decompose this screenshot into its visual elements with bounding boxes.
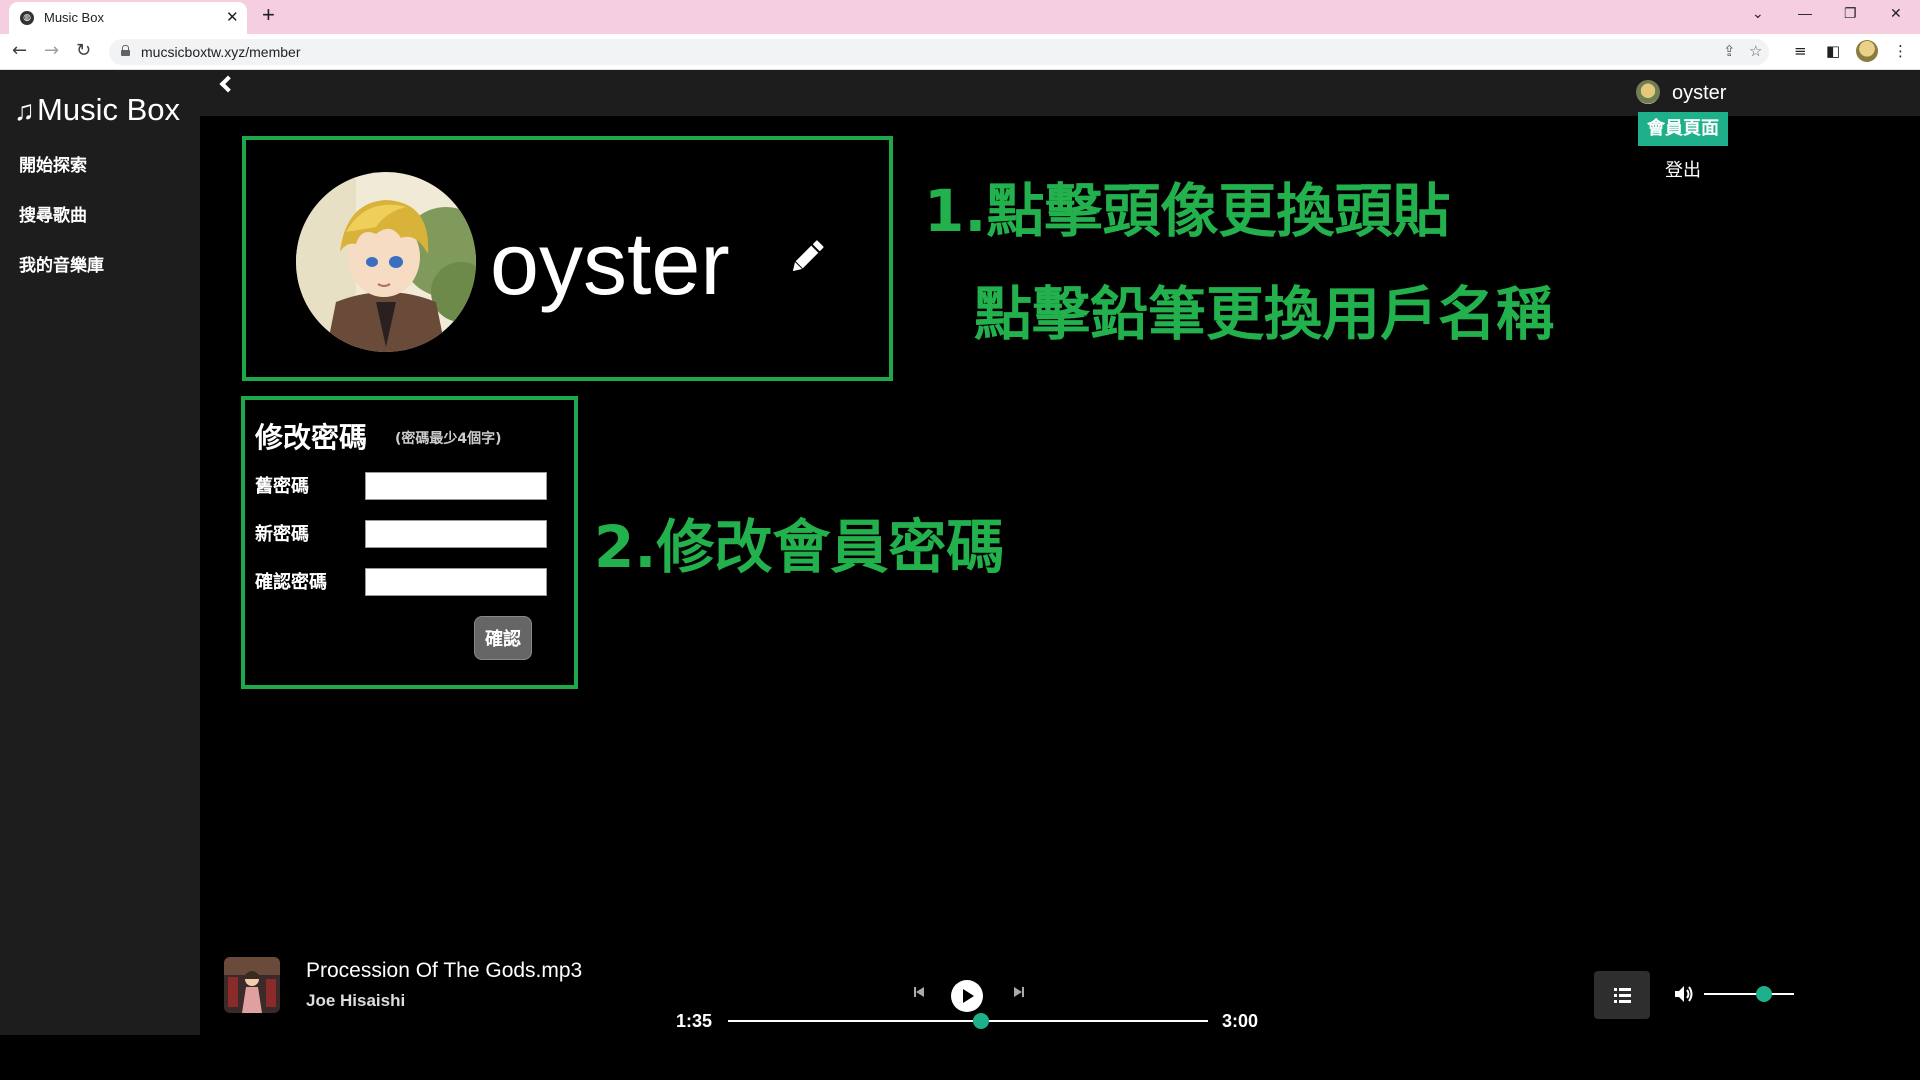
browser-tab[interactable]: ◍ Music Box ✕ — [9, 2, 247, 34]
bookmark-star-icon[interactable]: ☆ — [1749, 42, 1762, 60]
pencil-icon[interactable] — [786, 236, 828, 282]
avatar-illustration — [296, 172, 476, 352]
browser-toolbar: ← → ↻ mucsicboxtw.xyz/member ⇪ ☆ ≡ ◧ ⋮ — [0, 34, 1920, 70]
app-logo[interactable]: ♫Music Box — [14, 92, 180, 128]
next-track-icon[interactable] — [1012, 985, 1026, 999]
player-bar: Procession Of The Gods.mp3 Joe Hisaishi … — [200, 935, 1920, 1035]
confirm-password-label: 確認密碼 — [255, 572, 327, 593]
new-tab-icon[interactable]: + — [262, 2, 275, 28]
top-bar — [200, 70, 1920, 116]
progress-thumb[interactable] — [973, 1013, 990, 1029]
sidebar: ♫Music Box 開始探索 搜尋歌曲 我的音樂庫 — [0, 70, 200, 1035]
total-time: 3:00 — [1222, 1011, 1259, 1031]
password-form-title: 修改密碼 — [255, 421, 368, 454]
lock-icon[interactable] — [121, 45, 130, 56]
new-password-input[interactable] — [365, 520, 547, 548]
sidebar-item-search[interactable]: 搜尋歌曲 — [19, 201, 87, 226]
window-close-icon[interactable]: ✕ — [1890, 5, 1902, 22]
member-page-link[interactable]: 會員頁面 — [1638, 112, 1728, 146]
song-artist: Joe Hisaishi — [306, 991, 406, 1010]
password-confirm-button[interactable]: 確認 — [474, 616, 532, 660]
side-panel-icon[interactable]: ◧ — [1826, 42, 1840, 60]
logo-text: Music Box — [37, 92, 180, 127]
close-tab-icon[interactable]: ✕ — [226, 8, 239, 26]
media-control-icon[interactable]: ≡ — [1794, 42, 1807, 60]
restore-icon[interactable]: ❐ — [1844, 5, 1857, 22]
instruction-avatar-change: 1.點擊頭像更換頭貼 — [924, 177, 1451, 245]
profile-username: oyster — [490, 214, 730, 313]
forward-arrow-icon[interactable]: → — [44, 40, 59, 61]
browser-profile-avatar[interactable] — [1856, 40, 1878, 62]
progress-bar[interactable] — [728, 1013, 1208, 1029]
reload-icon[interactable]: ↻ — [76, 40, 91, 61]
user-name[interactable]: oyster — [1672, 82, 1726, 105]
music-note-icon: ♫ — [14, 95, 35, 126]
sidebar-item-explore[interactable]: 開始探索 — [19, 151, 87, 176]
user-avatar[interactable] — [1636, 80, 1660, 104]
list-icon — [1614, 988, 1631, 1003]
address-bar[interactable]: mucsicboxtw.xyz/member ⇪ ☆ — [109, 39, 1769, 65]
new-password-label: 新密碼 — [255, 524, 309, 545]
minimize-icon[interactable]: — — [1798, 5, 1812, 21]
old-password-label: 舊密碼 — [255, 476, 309, 497]
current-time: 1:35 — [676, 1011, 713, 1031]
instruction-username-change: 點擊鉛筆更換用戶名稱 — [974, 280, 1555, 348]
sidebar-item-library[interactable]: 我的音樂庫 — [19, 251, 104, 276]
volume-icon[interactable] — [1674, 985, 1694, 1003]
more-menu-icon[interactable]: ⋮ — [1893, 42, 1908, 60]
album-art — [224, 957, 280, 1013]
play-button[interactable] — [951, 980, 983, 1012]
tab-search-icon[interactable]: ⌄ — [1752, 5, 1764, 22]
url-text[interactable]: mucsicboxtw.xyz/member — [141, 44, 300, 60]
volume-thumb[interactable] — [1756, 986, 1773, 1002]
profile-card: oyster — [242, 136, 893, 381]
bottom-strip — [0, 1035, 1920, 1080]
old-password-input[interactable] — [365, 472, 547, 500]
logout-link[interactable]: 登出 — [1638, 156, 1728, 182]
playlist-button[interactable] — [1594, 971, 1650, 1019]
instruction-password-change: 2.修改會員密碼 — [594, 513, 1005, 581]
browser-tab-strip: ◍ Music Box ✕ + ⌄ — ❐ ✕ — [0, 0, 1920, 34]
volume-slider[interactable] — [1704, 986, 1794, 1002]
share-icon[interactable]: ⇪ — [1723, 42, 1736, 60]
change-password-form: 修改密碼 (密碼最少4個字) 舊密碼 新密碼 確認密碼 確認 — [241, 396, 578, 689]
confirm-password-input[interactable] — [365, 568, 547, 596]
back-arrow-icon[interactable]: ← — [12, 40, 27, 61]
back-chevron-icon[interactable] — [219, 75, 237, 93]
profile-avatar[interactable] — [296, 172, 476, 352]
password-hint: (密碼最少4個字) — [395, 431, 502, 447]
previous-track-icon[interactable] — [912, 985, 926, 999]
tab-title: Music Box — [44, 10, 104, 25]
globe-icon: ◍ — [20, 11, 34, 25]
song-title: Procession Of The Gods.mp3 — [306, 959, 583, 982]
